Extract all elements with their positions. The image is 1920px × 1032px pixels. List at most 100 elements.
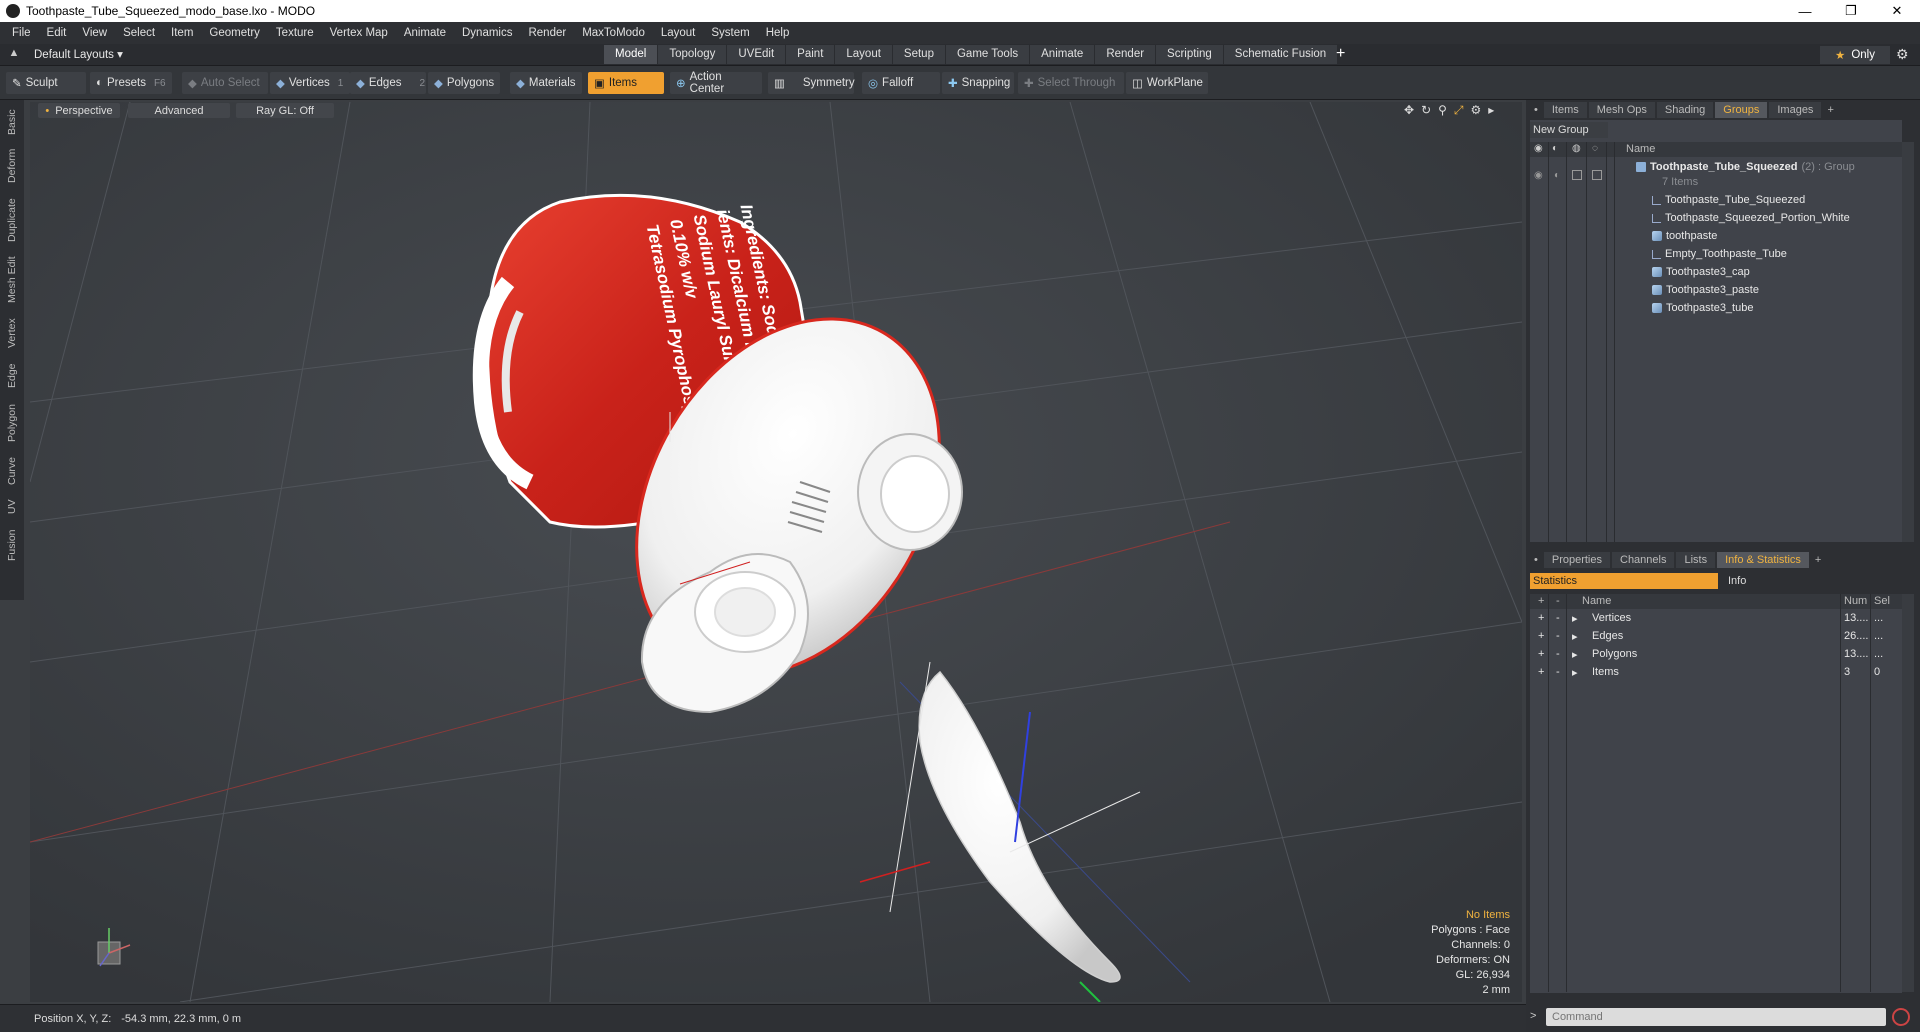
expand-arrow-icon[interactable]: ▸ <box>1572 630 1578 643</box>
panel-menu-icon[interactable]: • <box>1530 552 1542 568</box>
add-panel-tab-button[interactable]: + <box>1811 552 1825 568</box>
vtab-deform[interactable]: Deform <box>2 146 22 186</box>
tab-model[interactable]: Model <box>604 45 658 64</box>
tab-scripting[interactable]: Scripting <box>1156 45 1223 64</box>
tab-setup[interactable]: Setup <box>892 45 945 64</box>
tab-mesh-ops[interactable]: Mesh Ops <box>1588 102 1655 118</box>
tab-uvedit[interactable]: UVEdit <box>727 45 786 64</box>
perspective-button[interactable]: • Perspective <box>38 103 120 118</box>
3d-viewport[interactable]: Ingredients: Sodium Fl ients: Dicalcium … <box>30 102 1522 1002</box>
menu-layout[interactable]: Layout <box>653 27 704 39</box>
snapping-button[interactable]: ✚ Snapping <box>942 72 1014 94</box>
menu-view[interactable]: View <box>74 27 115 39</box>
action-center-button[interactable]: ⊕ Action Center <box>670 71 762 95</box>
fit-view-icon[interactable]: ⤢ <box>1454 103 1464 118</box>
zoom-view-icon[interactable]: ⚲ <box>1438 103 1447 118</box>
tree-item[interactable]: Toothpaste3_paste <box>1652 284 1759 296</box>
vtab-curve[interactable]: Curve <box>2 454 22 488</box>
select-through-button[interactable]: ✚ Select Through <box>1018 72 1124 94</box>
minimize-button[interactable]: — <box>1782 0 1828 22</box>
panel-menu-icon[interactable]: • <box>1530 102 1542 118</box>
vtab-edge[interactable]: Edge <box>2 360 22 392</box>
maximize-button[interactable]: ❐ <box>1828 0 1874 22</box>
workplane-button[interactable]: ◫ WorkPlane <box>1126 72 1208 94</box>
menu-geometry[interactable]: Geometry <box>201 27 268 39</box>
materials-button[interactable]: ◆ Materials <box>510 72 582 94</box>
rotate-view-icon[interactable]: ↻ <box>1421 103 1431 118</box>
tab-info-statistics[interactable]: Info & Statistics <box>1717 552 1809 568</box>
statistics-scrollbar[interactable] <box>1902 594 1914 992</box>
tab-layout[interactable]: Layout <box>835 45 892 64</box>
groups-scrollbar[interactable] <box>1902 142 1914 542</box>
menu-file[interactable]: File <box>4 27 39 39</box>
menu-select[interactable]: Select <box>115 27 163 39</box>
expand-arrow-icon[interactable]: ▸ <box>1572 648 1578 661</box>
tab-topology[interactable]: Topology <box>658 45 727 64</box>
tab-channels[interactable]: Channels <box>1612 552 1675 568</box>
edges-button[interactable]: ◆ Edges 2 <box>350 72 426 94</box>
tab-groups[interactable]: Groups <box>1715 102 1768 118</box>
polygons-button[interactable]: ◆ Polygons <box>428 72 500 94</box>
select-checkbox[interactable] <box>1592 170 1602 180</box>
expand-arrow-icon[interactable]: ▸ <box>1572 612 1578 625</box>
row-add-icon[interactable]: + <box>1538 648 1544 660</box>
menu-render[interactable]: Render <box>520 27 574 39</box>
menu-maxtomodo[interactable]: MaxToModo <box>574 27 653 39</box>
tree-item[interactable]: Toothpaste3_tube <box>1652 302 1753 314</box>
menu-animate[interactable]: Animate <box>396 27 454 39</box>
tab-render[interactable]: Render <box>1095 45 1156 64</box>
tab-schematic-fusion[interactable]: Schematic Fusion <box>1223 45 1338 64</box>
shading-button[interactable]: Advanced <box>128 103 230 118</box>
stat-row[interactable]: + - ▸ Edges 26.... ... <box>1530 629 1902 645</box>
auto-select-button[interactable]: ◆ Auto Select <box>182 72 268 94</box>
row-remove-icon[interactable]: - <box>1556 612 1560 624</box>
row-add-icon[interactable]: + <box>1538 630 1544 642</box>
vtab-basic[interactable]: Basic <box>2 104 22 140</box>
falloff-button[interactable]: ◎ Falloff <box>862 72 940 94</box>
items-button[interactable]: ▣ Items <box>588 72 664 94</box>
tab-game-tools[interactable]: Game Tools <box>945 45 1030 64</box>
eye-icon[interactable]: ◉ <box>1534 170 1543 181</box>
add-tab-button[interactable]: + <box>1336 45 1345 63</box>
menu-system[interactable]: System <box>703 27 757 39</box>
vertices-button[interactable]: ◆ Vertices 1 <box>270 72 350 94</box>
menu-texture[interactable]: Texture <box>268 27 322 39</box>
tree-item[interactable]: toothpaste <box>1652 230 1717 242</box>
group-root[interactable]: Toothpaste_Tube_Squeezed (2) : Group <box>1636 161 1855 173</box>
close-button[interactable]: ✕ <box>1874 0 1920 22</box>
row-add-icon[interactable]: + <box>1538 612 1544 624</box>
viewport-expand-icon[interactable]: ▸ <box>1488 103 1494 118</box>
tab-lists[interactable]: Lists <box>1676 552 1716 568</box>
tab-shading[interactable]: Shading <box>1656 102 1714 118</box>
tree-item[interactable]: Toothpaste_Tube_Squeezed <box>1652 194 1805 206</box>
vtab-mesh-edit[interactable]: Mesh Edit <box>2 254 22 306</box>
gear-icon[interactable]: ⚙ <box>1896 46 1909 63</box>
layout-selector[interactable]: Default Layouts ▾ <box>34 47 123 61</box>
tab-items[interactable]: Items <box>1543 102 1587 118</box>
expand-arrow-icon[interactable]: ▸ <box>1572 666 1578 679</box>
new-group-button[interactable]: New Group <box>1530 122 1608 138</box>
tab-properties[interactable]: Properties <box>1543 552 1610 568</box>
command-input[interactable] <box>1546 1008 1886 1026</box>
lock-checkbox[interactable] <box>1572 170 1582 180</box>
tree-item[interactable]: Toothpaste_Squeezed_Portion_White <box>1652 212 1850 224</box>
tree-item[interactable]: Empty_Toothpaste_Tube <box>1652 248 1787 260</box>
render-toggle-icon[interactable]: ◐ <box>1554 170 1560 181</box>
stat-row[interactable]: + - ▸ Vertices 13.... ... <box>1530 611 1902 627</box>
viewport-settings-icon[interactable]: ⚙ <box>1471 103 1482 118</box>
stat-row[interactable]: + - ▸ Polygons 13.... ... <box>1530 647 1902 663</box>
tree-item[interactable]: Toothpaste3_cap <box>1652 266 1750 278</box>
raygl-button[interactable]: Ray GL: Off <box>236 103 334 118</box>
menu-dynamics[interactable]: Dynamics <box>454 27 520 39</box>
vtab-duplicate[interactable]: Duplicate <box>2 194 22 246</box>
vtab-fusion[interactable]: Fusion <box>2 526 22 564</box>
vtab-vertex[interactable]: Vertex <box>2 314 22 352</box>
subtab-statistics[interactable]: Statistics <box>1530 573 1718 589</box>
menu-vertex-map[interactable]: Vertex Map <box>322 27 396 39</box>
menu-edit[interactable]: Edit <box>39 27 75 39</box>
only-button[interactable]: ★ Only <box>1820 46 1890 64</box>
add-panel-tab-button[interactable]: + <box>1823 102 1837 118</box>
layout-collapse-icon[interactable]: ▲ <box>6 47 22 63</box>
row-remove-icon[interactable]: - <box>1556 630 1560 642</box>
expand-all-icon[interactable]: + <box>1538 595 1544 607</box>
